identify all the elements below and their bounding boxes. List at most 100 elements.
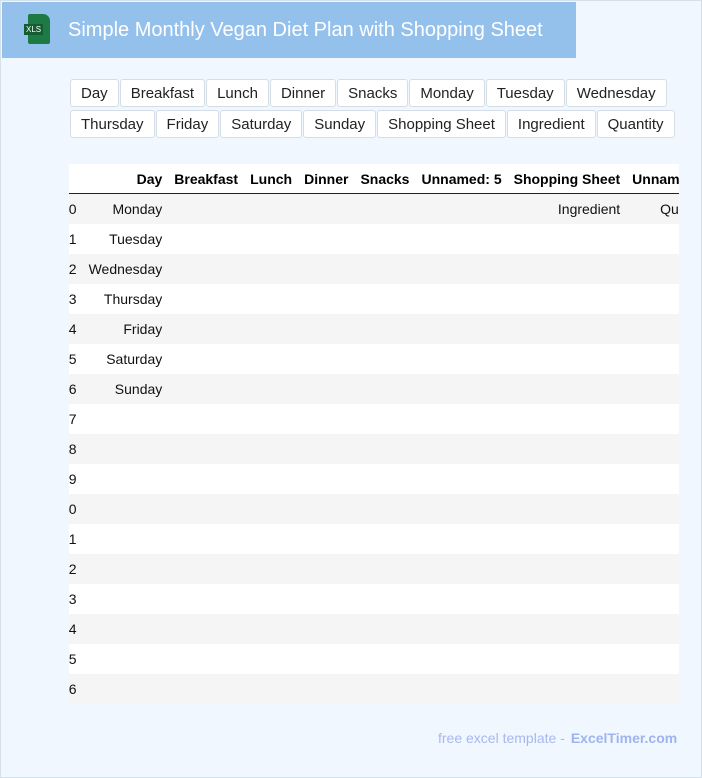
- column-button[interactable]: Snacks: [337, 79, 409, 107]
- table-cell: [83, 584, 169, 614]
- table-cell: [298, 614, 355, 644]
- table-cell: [244, 254, 299, 284]
- column-header: Unnamed: 7: [626, 164, 679, 194]
- table-cell: 12: [69, 554, 83, 584]
- table-cell: Ingredient: [507, 193, 627, 224]
- table-row: 12: [69, 554, 679, 584]
- table-cell: [298, 404, 354, 434]
- table-cell: Thursday: [103, 291, 163, 307]
- table-cell: [168, 254, 245, 284]
- table-cell: [507, 254, 627, 284]
- column-button[interactable]: Breakfast: [119, 79, 206, 107]
- column-header: Snacks: [354, 164, 416, 194]
- table-cell: [168, 644, 244, 674]
- table-cell: [244, 284, 298, 314]
- table-cell: [354, 464, 415, 494]
- table-row: 5 Saturday: [69, 344, 679, 374]
- table-cell: [354, 674, 416, 704]
- table-cell: [354, 494, 416, 524]
- table-cell: [354, 254, 416, 284]
- table-cell: [508, 404, 627, 434]
- table-row: 15: [69, 644, 679, 674]
- table-row: 7: [69, 404, 679, 434]
- column-header: [69, 164, 83, 194]
- table-cell: [415, 644, 507, 674]
- table-cell: [626, 464, 679, 494]
- column-button[interactable]: Ingredient: [506, 110, 596, 138]
- table-cell: [507, 494, 627, 524]
- table-cell: [626, 224, 679, 254]
- column-button[interactable]: Thursday: [70, 110, 155, 138]
- table-cell: [244, 644, 298, 674]
- table-cell: [415, 434, 508, 464]
- table-row: 2 Wednesday: [69, 254, 679, 284]
- table-cell: [626, 554, 679, 584]
- table-row: 14: [69, 614, 679, 644]
- table-cell: [415, 554, 508, 584]
- table-row: 8: [69, 434, 679, 464]
- table-cell: [507, 674, 627, 704]
- table-cell: [626, 644, 679, 674]
- table-cell: [415, 494, 508, 524]
- brand-link[interactable]: ExcelTimer.com: [571, 730, 677, 746]
- table-cell: [508, 344, 627, 374]
- column-button[interactable]: Shopping Sheet: [377, 110, 506, 138]
- table-cell: [508, 224, 627, 254]
- table-cell: [244, 524, 298, 554]
- table-cell: [168, 284, 244, 314]
- table-cell: [626, 254, 679, 284]
- column-button[interactable]: Dinner: [269, 79, 337, 107]
- column-button[interactable]: Day: [70, 79, 119, 107]
- data-table: Day Breakfast Lunch Dinner Snacks Unnamed: 5S…: [69, 164, 679, 704]
- table-cell: [354, 374, 416, 404]
- table-cell: [168, 674, 245, 704]
- table-cell: [298, 674, 355, 704]
- table-cell: [354, 344, 415, 374]
- table-cell: 1: [69, 231, 77, 247]
- table-cell: Sunday: [82, 374, 169, 404]
- column-button[interactable]: Saturday: [220, 110, 303, 138]
- table-row: 9: [69, 464, 679, 494]
- table-cell: [508, 644, 627, 674]
- column-button[interactable]: Friday: [155, 110, 220, 138]
- table-cell: [415, 584, 507, 614]
- table-cell: [626, 344, 679, 374]
- xls-file-icon: XLS: [24, 14, 52, 46]
- column-button[interactable]: Quantity: [596, 110, 675, 138]
- table-row: 16: [69, 674, 679, 704]
- table-cell: [508, 524, 627, 554]
- table-cell: [168, 524, 244, 554]
- table-cell: [168, 314, 245, 344]
- table-cell: [415, 404, 507, 434]
- column-button[interactable]: Wednesday: [565, 79, 667, 107]
- page: XLS Simple Monthly Vegan Diet Plan with …: [0, 0, 702, 778]
- table-cell: 14: [69, 614, 83, 644]
- column-button[interactable]: Sunday: [303, 110, 377, 138]
- table-cell: [168, 554, 245, 584]
- table-cell: Monday: [82, 193, 169, 224]
- table-cell: 16: [69, 674, 83, 704]
- column-header: Unnamed: 5: [415, 164, 508, 194]
- table-row: 1 Tuesday: [69, 224, 679, 254]
- table-cell: [244, 554, 299, 584]
- table-row: 11: [69, 524, 679, 554]
- column-button[interactable]: Monday: [409, 79, 485, 107]
- data-table-container[interactable]: Day Breakfast Lunch Dinner Snacks Unnamed: 5S…: [69, 164, 679, 704]
- table-cell: [244, 314, 299, 344]
- table-cell: [415, 614, 508, 644]
- table-cell: [298, 344, 354, 374]
- table-cell: [298, 193, 355, 224]
- column-button[interactable]: Tuesday: [485, 79, 565, 107]
- table-cell: 10: [69, 494, 83, 524]
- table-cell: [168, 404, 244, 434]
- table-cell: [168, 193, 245, 224]
- table-cell: [354, 224, 415, 254]
- table-row: 13: [69, 584, 679, 614]
- table-cell: [298, 584, 354, 614]
- table-cell: [626, 404, 679, 434]
- table-cell: [507, 434, 627, 464]
- table-cell: [244, 374, 299, 404]
- table-cell: [626, 314, 679, 344]
- table-cell: [415, 374, 508, 404]
- column-button[interactable]: Lunch: [206, 79, 269, 107]
